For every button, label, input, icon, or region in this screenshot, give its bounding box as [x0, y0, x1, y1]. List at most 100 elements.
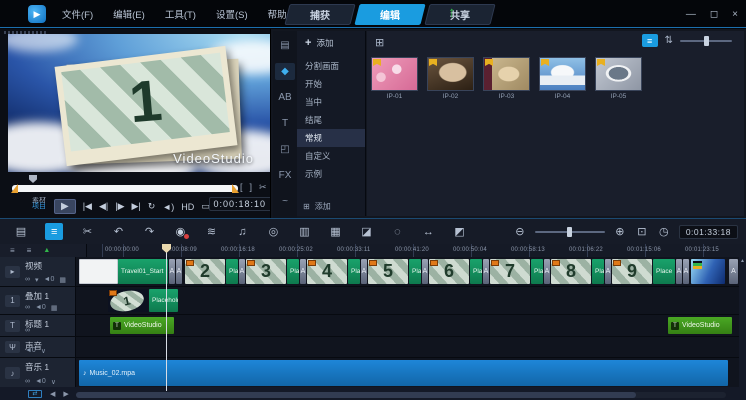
track-lane[interactable] [76, 337, 746, 357]
tab-capture[interactable]: 捕获 [284, 4, 355, 25]
clip-number[interactable]: 7 [490, 259, 530, 284]
split-clip-button[interactable]: ✂ [259, 182, 267, 193]
menu-edit[interactable]: 编辑(E) [113, 7, 145, 21]
seek-end-button[interactable]: ▶| [132, 201, 141, 212]
track-transparency-button[interactable]: ◩ [452, 223, 466, 240]
clip-transition[interactable]: A [169, 259, 175, 284]
clip-transition[interactable]: A [239, 259, 245, 284]
scroll-right-icon[interactable]: ▶ [63, 390, 68, 398]
slider-thumb[interactable] [567, 227, 572, 237]
vertical-scrollbar[interactable]: ▲ [739, 257, 746, 388]
sort-icon[interactable]: ⇅ [665, 35, 673, 46]
sound-mixer-button[interactable]: ≋ [204, 223, 218, 240]
thumbnail-size-slider[interactable] [680, 40, 732, 42]
transparency-grid-icon[interactable]: ▦ [51, 304, 58, 312]
scroll-left-icon[interactable]: ◀ [50, 390, 55, 398]
category-item[interactable]: 分割画面 [297, 57, 365, 75]
track-lane[interactable]: Travel01_StartAA2PlaA3PlaA4PlaA5PlaA6Pla… [76, 257, 746, 286]
volume-button[interactable]: ◄) [162, 202, 174, 212]
swap-tracks-icon[interactable]: ⇄ [28, 390, 42, 398]
timeline-view-button[interactable]: ≡ [45, 223, 63, 240]
clip-number[interactable]: 2 [185, 259, 225, 284]
category-item[interactable]: 当中 [297, 93, 365, 111]
clip-photo[interactable]: 1 [108, 289, 148, 312]
clip-green[interactable]: Placehold [149, 289, 178, 312]
category-item[interactable]: 常规 [297, 129, 365, 147]
clip-green[interactable]: Travel01_Start [118, 259, 168, 284]
clip-white[interactable] [79, 259, 118, 284]
filters-icon[interactable]: FX [275, 167, 295, 184]
template-thumbnail[interactable]: IP-04 [539, 57, 586, 100]
clip-transition[interactable]: A [300, 259, 306, 284]
chevron-icon[interactable]: ∨ [51, 378, 56, 386]
redo-button[interactable]: ↷ [142, 223, 156, 240]
add-folder-icon[interactable]: ⊞ [375, 36, 384, 49]
split-screen-creator-button[interactable]: ▦ [328, 223, 342, 240]
track-manager-icon[interactable]: ≡ [10, 246, 15, 255]
graphics-icon[interactable]: ◰ [275, 141, 295, 158]
volume-zero-icon[interactable]: ◄0 [25, 347, 36, 355]
fit-timeline-button[interactable]: ⊡ [635, 223, 649, 240]
link-icon[interactable]: ∞ [25, 276, 30, 284]
next-frame-button[interactable]: |▶ [115, 201, 124, 212]
track-header-video[interactable]: ▸视频∞▾◄0▦ [0, 257, 76, 286]
instant-project-icon[interactable]: ◆ [275, 63, 295, 80]
seek-start-button[interactable]: |◀ [83, 201, 92, 212]
clip-transition[interactable]: A [361, 259, 367, 284]
track-lane[interactable]: 1Placehold [76, 287, 746, 314]
slider-thumb[interactable] [704, 36, 709, 46]
trim-bar[interactable] [12, 185, 238, 192]
track-header-title[interactable]: T标题 1∞ [0, 315, 76, 336]
category-item[interactable]: 结尾 [297, 111, 365, 129]
clip-transition[interactable]: A [683, 259, 689, 284]
clip-number[interactable]: 3 [246, 259, 286, 284]
scroll-up-icon[interactable]: ▲ [740, 258, 745, 264]
volume-zero-icon[interactable]: ◄0 [35, 378, 46, 386]
clip-number[interactable]: 6 [429, 259, 469, 284]
zoom-out-button[interactable]: ⊖ [513, 223, 527, 240]
motion-tracking-button[interactable]: ◎ [266, 223, 280, 240]
clip-number[interactable]: 4 [307, 259, 347, 284]
template-thumbnail[interactable]: IP-02 [427, 57, 474, 100]
add-track-icon[interactable]: ≡ [27, 246, 32, 255]
clip-number[interactable]: 8 [551, 259, 591, 284]
clip-green[interactable]: Place [653, 259, 675, 284]
clip-transition[interactable]: A [676, 259, 682, 284]
track-lane[interactable]: TVideoStudio TVideoStudio [76, 315, 746, 336]
trim-tools-button[interactable]: ✂ [80, 223, 94, 240]
clip-title[interactable]: TVideoStudio [668, 317, 732, 334]
menu-settings[interactable]: 设置(S) [216, 7, 248, 21]
undo-button[interactable]: ↶ [111, 223, 125, 240]
tab-share[interactable]: 共享 [424, 4, 495, 25]
template-thumbnail[interactable]: IP-05 [595, 57, 642, 100]
play-button[interactable]: ▶ [54, 199, 76, 214]
clip-title[interactable]: TVideoStudio [110, 317, 174, 334]
update-arrow-icon[interactable]: ↑ [448, 4, 456, 21]
category-item[interactable]: 开始 [297, 75, 365, 93]
clip-green[interactable]: Pla [348, 259, 360, 284]
subtitle-editor-button[interactable]: ▥ [297, 223, 311, 240]
chevron-icon[interactable]: ∨ [41, 347, 46, 355]
horizontal-scrollbar[interactable] [76, 392, 726, 398]
mark-in-button[interactable]: [ [240, 182, 243, 193]
clip-music[interactable]: ♪Music_02.mpa [79, 360, 728, 386]
hd-preview-button[interactable]: HD [181, 202, 194, 212]
track-lane[interactable]: ♪Music_02.mpa [76, 358, 746, 388]
timeline-zoom-slider[interactable] [535, 231, 605, 233]
clip-number[interactable]: 5 [368, 259, 408, 284]
caret-icon[interactable]: ▾ [35, 276, 39, 284]
clip-green[interactable]: Pla [470, 259, 482, 284]
repeat-button[interactable]: ↻ [148, 201, 156, 212]
category-item[interactable]: 自定义 [297, 147, 365, 165]
mark-out-button[interactable]: ] [250, 182, 253, 193]
close-button[interactable]: × [732, 9, 738, 20]
track-header-music[interactable]: ♪音乐 1∞◄0∨ [0, 358, 76, 388]
clip-green[interactable]: Pla [592, 259, 604, 284]
prev-frame-button[interactable]: ◀| [99, 201, 108, 212]
menu-file[interactable]: 文件(F) [62, 7, 93, 21]
clip-transition[interactable]: A [544, 259, 550, 284]
timeline-ruler[interactable]: 00:00:00:0000:00:08:0900:00:16:1800:00:2… [87, 244, 746, 257]
storyboard-view-button[interactable]: ▤ [14, 223, 28, 240]
link-icon[interactable]: ∞ [25, 327, 30, 334]
track-header-overlay[interactable]: 1叠加 1∞◄0▦ [0, 287, 76, 314]
